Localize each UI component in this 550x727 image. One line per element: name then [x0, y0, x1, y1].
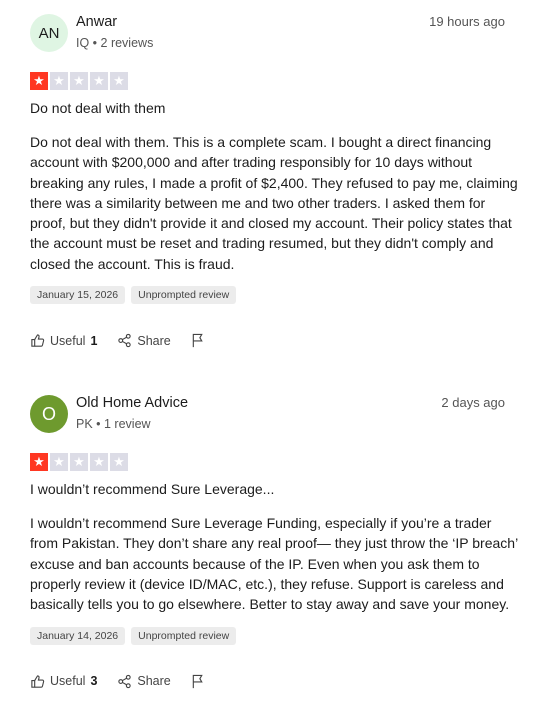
- review-type-badge[interactable]: Unprompted review: [131, 286, 237, 305]
- report-button[interactable]: [191, 674, 205, 689]
- reviewer-meta: PK • 1 review: [76, 417, 151, 432]
- share-icon: [118, 674, 132, 688]
- flag-icon: [192, 674, 203, 688]
- star-rating: ★ ★ ★ ★ ★: [30, 72, 550, 90]
- useful-label: Useful: [50, 333, 86, 348]
- reviewer-name[interactable]: Anwar: [76, 14, 117, 30]
- date-badge: January 15, 2026: [30, 286, 126, 305]
- review-tags: January 14, 2026 Unprompted review: [30, 626, 550, 645]
- useful-button[interactable]: Useful 1: [30, 333, 97, 348]
- review-title[interactable]: Do not deal with them: [30, 100, 550, 116]
- star-icon: ★: [90, 453, 108, 472]
- reviewer-name[interactable]: Old Home Advice: [76, 395, 188, 411]
- review-header: O Old Home Advice PK • 1 review 2 days a…: [30, 395, 550, 453]
- star-icon: ★: [90, 72, 108, 90]
- share-label: Share: [137, 674, 171, 689]
- star-icon: ★: [30, 453, 48, 472]
- star-icon: ★: [70, 72, 88, 90]
- useful-count: 3: [90, 674, 98, 689]
- review-title[interactable]: I wouldn’t recommend Sure Leverage...: [30, 481, 550, 497]
- review-actions: Useful 1 Share: [30, 333, 550, 348]
- star-icon: ★: [50, 453, 68, 472]
- share-button[interactable]: Share: [117, 674, 171, 689]
- star-icon: ★: [110, 72, 128, 90]
- share-button[interactable]: Share: [117, 333, 171, 348]
- review-body: I wouldn’t recommend Sure Leverage Fundi…: [30, 515, 518, 613]
- review-actions: Useful 3 Share: [30, 674, 550, 689]
- useful-count: 1: [90, 333, 98, 348]
- useful-label: Useful: [50, 674, 86, 689]
- review-body: Do not deal with them. This is a complet…: [30, 134, 518, 272]
- thumbs-up-icon: [31, 334, 45, 347]
- review-time: 2 days ago: [441, 395, 505, 411]
- review-card: AN Anwar IQ • 2 reviews 19 hours ago ★ ★…: [0, 0, 550, 348]
- flag-icon: [192, 333, 203, 348]
- useful-button[interactable]: Useful 3: [30, 674, 97, 689]
- review-time: 19 hours ago: [429, 14, 505, 29]
- star-icon: ★: [70, 453, 88, 472]
- avatar[interactable]: AN: [30, 14, 68, 52]
- review-header: AN Anwar IQ • 2 reviews 19 hours ago: [30, 14, 550, 72]
- share-icon: [118, 333, 132, 348]
- reviewer-meta: IQ • 2 reviews: [76, 36, 154, 50]
- report-button[interactable]: [191, 333, 205, 348]
- star-rating: ★ ★ ★ ★ ★: [30, 453, 550, 472]
- date-badge: January 14, 2026: [30, 626, 126, 645]
- avatar[interactable]: O: [30, 395, 68, 434]
- thumbs-up-icon: [31, 674, 45, 688]
- review-card: O Old Home Advice PK • 1 review 2 days a…: [0, 348, 550, 688]
- review-type-badge[interactable]: Unprompted review: [131, 626, 237, 645]
- star-icon: ★: [30, 72, 48, 90]
- star-icon: ★: [50, 72, 68, 90]
- share-label: Share: [137, 333, 171, 348]
- review-tags: January 15, 2026 Unprompted review: [30, 286, 550, 305]
- star-icon: ★: [110, 453, 128, 472]
